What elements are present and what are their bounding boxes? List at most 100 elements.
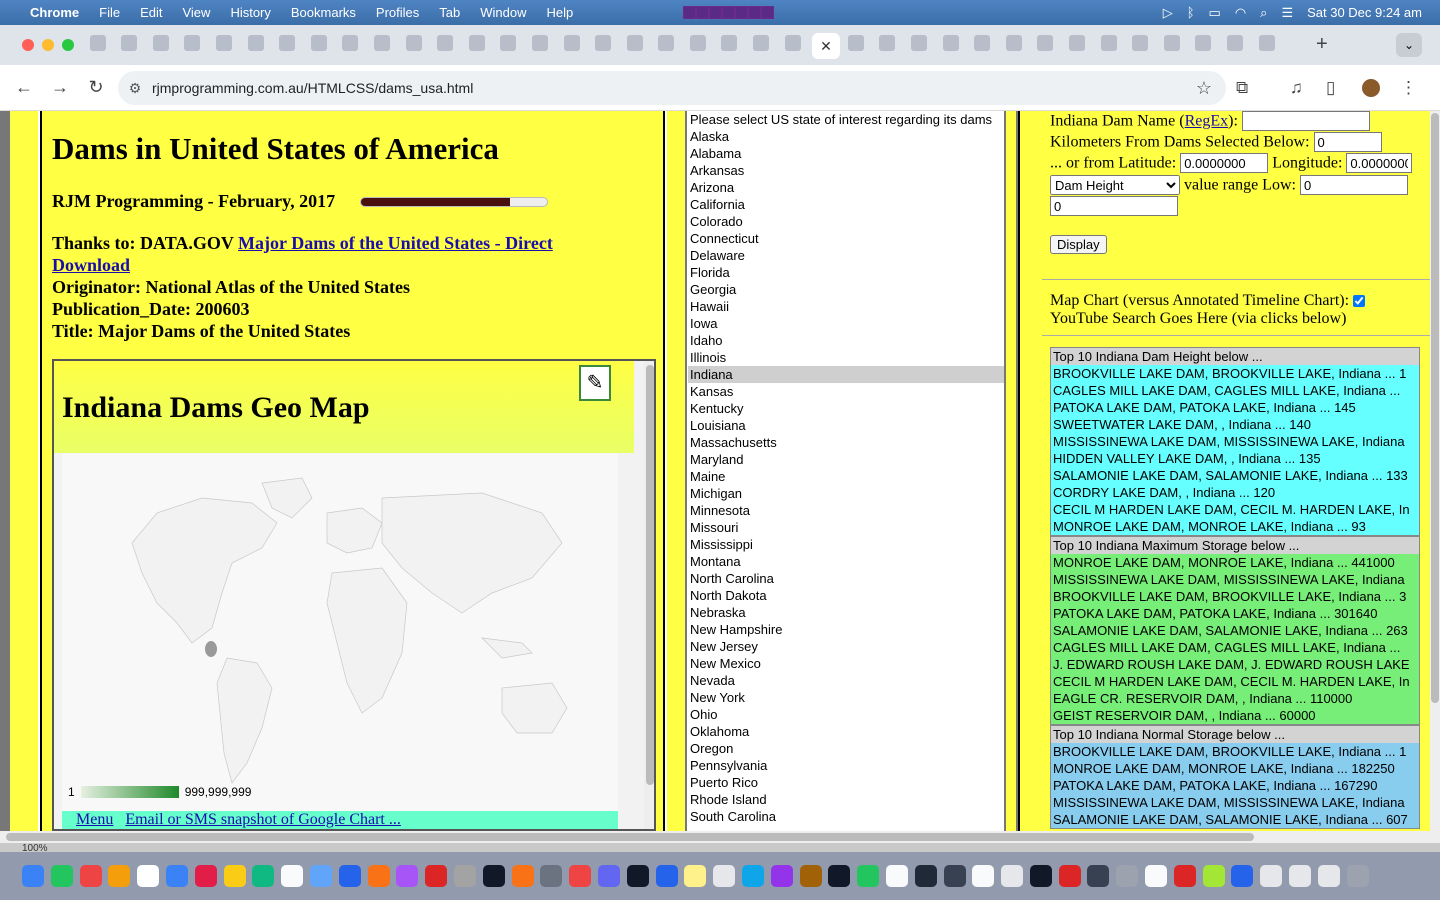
dock-app-icon[interactable] [713, 865, 736, 887]
top10-list-item[interactable]: CAGLES MILL LAKE DAM, CAGLES MILL LAKE, … [1051, 382, 1419, 399]
tab-favicon-icon[interactable] [121, 34, 138, 51]
state-option[interactable]: Delaware [688, 247, 1004, 264]
tab-favicon-icon[interactable] [500, 34, 517, 51]
menu-link[interactable]: Menu [76, 811, 113, 828]
world-geo-map[interactable] [62, 453, 618, 813]
state-option[interactable]: Mississippi [688, 536, 1004, 553]
dock-app-icon[interactable] [684, 865, 707, 887]
state-option[interactable]: Colorado [688, 213, 1004, 230]
state-option[interactable]: Montana [688, 553, 1004, 570]
state-option[interactable]: Louisiana [688, 417, 1004, 434]
state-option[interactable]: Illinois [688, 349, 1004, 366]
menu-help[interactable]: Help [547, 5, 574, 20]
dock-app-icon[interactable] [367, 865, 390, 887]
dock-app-icon[interactable] [741, 865, 764, 887]
dock-app-icon[interactable] [223, 865, 246, 887]
dock-app-icon[interactable] [1145, 865, 1168, 887]
dock-app-icon[interactable] [1087, 865, 1110, 887]
dock-app-icon[interactable] [425, 865, 448, 887]
state-option[interactable]: North Carolina [688, 570, 1004, 587]
tab-favicon-icon[interactable] [689, 34, 706, 51]
email-sms-snapshot-link[interactable]: Email or SMS snapshot of Google Chart ..… [125, 811, 401, 828]
display-button[interactable]: Display [1050, 235, 1107, 254]
menu-history[interactable]: History [230, 5, 270, 20]
dock-app-icon[interactable] [1231, 865, 1254, 887]
tab-favicon-icon[interactable] [595, 34, 612, 51]
menu-edit[interactable]: Edit [140, 5, 162, 20]
window-minimize-icon[interactable] [42, 39, 54, 51]
dock-app-icon[interactable] [165, 865, 188, 887]
top10-list-item[interactable]: J. EDWARD ROUSH LAKE DAM, J. EDWARD ROUS… [1051, 656, 1419, 673]
top10-list-item[interactable]: SALAMONIE LAKE DAM, SALAMONIE LAKE, Indi… [1051, 622, 1419, 639]
tab-favicon-icon[interactable] [468, 34, 485, 51]
menu-view[interactable]: View [182, 5, 210, 20]
dock-app-icon[interactable] [770, 865, 793, 887]
state-option[interactable]: Michigan [688, 485, 1004, 502]
url-text[interactable]: rjmprogramming.com.au/HTMLCSS/dams_usa.h… [152, 80, 473, 96]
new-tab-button[interactable]: + [1316, 33, 1328, 56]
state-option[interactable]: California [688, 196, 1004, 213]
tab-favicon-icon[interactable] [847, 34, 864, 51]
state-option[interactable]: Nevada [688, 672, 1004, 689]
dock-app-icon[interactable] [626, 865, 649, 887]
state-select-prompt[interactable]: Please select US state of interest regar… [688, 111, 1004, 128]
dock-app-icon[interactable] [1116, 865, 1139, 887]
top10-list-item[interactable]: MISSISSINEWA LAKE DAM, MISSISSINEWA LAKE… [1051, 433, 1419, 450]
tab-favicon-icon[interactable] [184, 34, 201, 51]
state-option[interactable]: Maryland [688, 451, 1004, 468]
range-high-input[interactable] [1050, 196, 1178, 216]
dock-app-icon[interactable] [655, 865, 678, 887]
state-option[interactable]: Kansas [688, 383, 1004, 400]
dock-app-icon[interactable] [137, 865, 160, 887]
dock-app-icon[interactable] [338, 865, 361, 887]
tab-favicon-icon[interactable] [1226, 34, 1243, 51]
page-vertical-scrollbar[interactable] [1430, 111, 1440, 831]
state-option[interactable]: Pennsylvania [688, 757, 1004, 774]
state-option[interactable]: Ohio [688, 706, 1004, 723]
state-option[interactable]: Massachusetts [688, 434, 1004, 451]
dock-app-icon[interactable] [453, 865, 476, 887]
back-icon[interactable]: ← [6, 77, 42, 98]
dock-app-icon[interactable] [885, 865, 908, 887]
control-center-icon[interactable]: ☰ [1281, 5, 1293, 21]
dock-app-icon[interactable] [943, 865, 966, 887]
dock-app-icon[interactable] [1260, 865, 1283, 887]
active-tab-close-button[interactable]: ✕ [812, 33, 840, 59]
tab-favicon-icon[interactable] [152, 34, 169, 51]
tab-favicon-icon[interactable] [279, 34, 296, 51]
play-icon[interactable]: ▷ [1163, 5, 1173, 21]
top10-list-item[interactable]: SALAMONIE LAKE DAM, SALAMONIE LAKE, Indi… [1051, 811, 1419, 828]
regex-link[interactable]: RegEx [1185, 113, 1229, 130]
km-input[interactable] [1313, 132, 1382, 152]
dock-app-icon[interactable] [281, 865, 304, 887]
dock-app-icon[interactable] [914, 865, 937, 887]
top10-list-item[interactable]: BROOKVILLE LAKE DAM, BROOKVILLE LAKE, In… [1051, 588, 1419, 605]
state-option[interactable]: Arkansas [688, 162, 1004, 179]
state-option[interactable]: New Mexico [688, 655, 1004, 672]
state-option[interactable]: South Carolina [688, 808, 1004, 825]
tab-favicon-icon[interactable] [784, 34, 801, 51]
tab-favicon-icon[interactable] [531, 34, 548, 51]
tab-favicon-icon[interactable] [1005, 34, 1022, 51]
map-chart-checkbox[interactable] [1353, 295, 1366, 308]
top10-list-item[interactable]: MISSISSINEWA LAKE DAM, MISSISSINEWA LAKE… [1051, 571, 1419, 588]
tab-favicon-icon[interactable] [942, 34, 959, 51]
menu-profiles[interactable]: Profiles [376, 5, 419, 20]
bookmark-star-icon[interactable]: ☆ [1196, 78, 1212, 99]
tab-favicon-icon[interactable] [89, 34, 106, 51]
dock-app-icon[interactable] [799, 865, 822, 887]
dock-app-icon[interactable] [597, 865, 620, 887]
forward-icon[interactable]: → [42, 77, 78, 98]
top10-list-item[interactable]: CECIL M HARDEN LAKE DAM, CECIL M. HARDEN… [1051, 673, 1419, 690]
tab-favicon-icon[interactable] [721, 34, 738, 51]
state-option[interactable]: Florida [688, 264, 1004, 281]
state-option[interactable]: Nebraska [688, 604, 1004, 621]
state-option[interactable]: Kentucky [688, 400, 1004, 417]
dock-app-icon[interactable] [511, 865, 534, 887]
tab-favicon-icon[interactable] [215, 34, 232, 51]
top10-list-item[interactable]: CAGLES MILL LAKE DAM, CAGLES MILL LAKE, … [1051, 639, 1419, 656]
state-option[interactable]: Minnesota [688, 502, 1004, 519]
notepad-icon[interactable]: ✎ [579, 365, 611, 401]
geo-map-iframe[interactable]: Indiana Dams Geo Map ✎ 1 999,999,999 Men… [52, 359, 656, 831]
dock-app-icon[interactable] [1346, 865, 1369, 887]
